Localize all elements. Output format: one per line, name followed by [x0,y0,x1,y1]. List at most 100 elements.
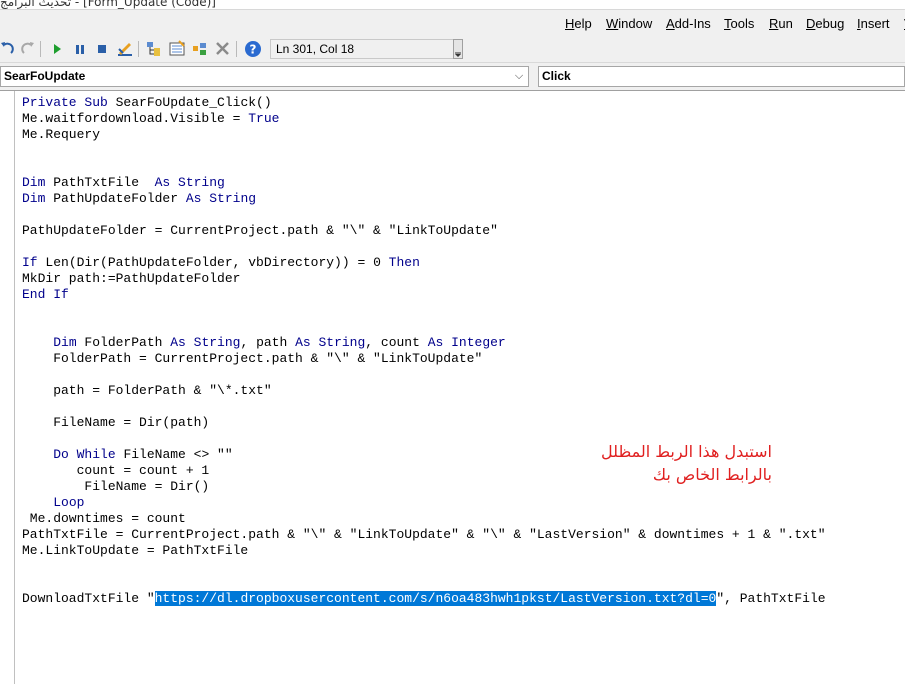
properties-icon[interactable] [168,40,186,58]
code-text-run: PathUpdateFolder = CurrentProject.path &… [22,223,498,238]
menu-label: Run [769,16,793,31]
code-line: Dim FolderPath As String, path As String… [22,335,826,351]
design-mode-icon[interactable] [116,40,134,58]
menu-run[interactable]: Run [769,16,793,31]
code-line: Me.waitfordownload.Visible = True [22,111,826,127]
object-combo-value: SearFoUpdate [4,69,86,83]
code-line: MkDir path:=PathUpdateFolder [22,271,826,287]
keyword: True [248,111,280,126]
toolbar-overflow-button[interactable] [453,39,463,59]
toolbox-icon[interactable] [214,40,232,58]
menu-label: Insert [857,16,890,31]
menu-label: Window [606,16,653,31]
menu-label: Debug [806,16,845,31]
annotation-line-1: استبدل هذا الربط المظلل [601,442,772,461]
keyword: Dim [22,191,46,206]
code-line: Dim PathUpdateFolder As String [22,191,826,207]
object-combo[interactable]: SearFoUpdate ⌵ [0,66,529,87]
code-line: PathTxtFile = CurrentProject.path & "\" … [22,527,826,543]
code-text-run: FileName <> "" [115,447,233,462]
undo-icon[interactable] [0,40,16,58]
cursor-position-display: Ln 301, Col 18 [270,39,460,59]
code-text-run: FileName = Dir() [22,479,210,494]
code-text-run: FileName = Dir(path) [22,415,210,430]
code-line: PathUpdateFolder = CurrentProject.path &… [22,223,826,239]
toolbar-separator [236,41,237,57]
code-text-run [22,447,53,462]
menu-help[interactable]: Help [565,16,592,31]
keyword: Do While [53,447,116,462]
procedure-combo[interactable]: Click [538,66,905,87]
code-line: If Len(Dir(PathUpdateFolder, vbDirectory… [22,255,826,271]
code-text[interactable]: Private Sub SearFoUpdate_Click() Me.waitf… [22,95,826,607]
toolbar-separator [40,41,41,57]
code-text-run: Me.downtimes = count [22,511,186,526]
keyword: Dim [53,335,77,350]
keyword: End If [22,287,69,302]
code-text-run: DownloadTxtFile " [22,591,155,606]
code-text-run [22,335,53,350]
code-line: Private Sub SearFoUpdate_Click() [22,95,826,111]
keyword: As Integer [427,335,506,350]
code-text-run: SearFoUpdate_Click() [107,95,272,110]
code-text-run: Len(Dir(PathUpdateFolder, vbDirectory)) … [37,255,389,270]
code-line: End If [22,287,826,303]
code-text-run: path = FolderPath & "\*.txt" [22,383,272,398]
svg-text:?: ? [250,43,257,57]
menu-label: Tools [724,16,755,31]
code-window-header: SearFoUpdate ⌵ Click [0,63,905,90]
project-explorer-icon[interactable] [145,40,163,58]
run-icon[interactable] [48,40,66,58]
code-text-run [22,495,53,510]
object-browser-icon[interactable] [191,40,209,58]
reset-icon[interactable] [93,40,111,58]
keyword: Then [388,255,420,270]
code-text-run: count = count + 1 [22,463,210,478]
annotation-note: استبدل هذا الربط المظلل بالرابط الخاص بك [587,440,772,486]
keyword: If [22,255,38,270]
window-title-bar: تحديث البرامج - [Form_Update (Code)] [0,0,905,10]
chevron-down-icon[interactable]: ⌵ [513,67,525,86]
menu-window[interactable]: Window [606,16,652,31]
keyword: Loop [53,495,85,510]
menu-label: Add-Ins [666,16,711,31]
code-text-run: PathTxtFile [45,175,155,190]
selected-url-text: https://dl.dropboxusercontent.com/s/n6oa… [154,591,717,606]
procedure-combo-value: Click [542,69,571,83]
menu-tools[interactable]: Tools [724,16,754,31]
code-line: FileName = Dir(path) [22,415,826,431]
menu-debug[interactable]: Debug [806,16,844,31]
menu-insert[interactable]: Insert [857,16,890,31]
keyword: As String [170,335,241,350]
code-editor[interactable]: Private Sub SearFoUpdate_Click() Me.waitf… [0,90,905,684]
window-title: تحديث البرامج - [Form_Update (Code)] [0,0,216,9]
code-text-run: , path [240,335,296,350]
code-line: Me.downtimes = count [22,511,826,527]
break-icon[interactable] [71,40,89,58]
margin-indicator-bar[interactable] [0,91,15,684]
code-line: FolderPath = CurrentProject.path & "\" &… [22,351,826,367]
redo-icon[interactable] [19,40,37,58]
code-line: Me.LinkToUpdate = PathTxtFile [22,543,826,559]
keyword: As String [154,175,225,190]
menu-addins[interactable]: Add-Ins [666,16,711,31]
code-text-run: FolderPath [76,335,171,350]
code-text-run: PathTxtFile = CurrentProject.path & "\" … [22,527,826,542]
help-icon[interactable]: ? [244,40,262,58]
code-line: path = FolderPath & "\*.txt" [22,383,826,399]
menu-bar: HelpWindowAdd-InsToolsRunDebugInsertView [0,10,905,36]
keyword: Dim [22,175,46,190]
code-text-run: FolderPath = CurrentProject.path & "\" &… [22,351,483,366]
keyword: Private Sub [22,95,108,110]
annotation-line-2: بالرابط الخاص بك [652,465,772,484]
code-text-run: Me.LinkToUpdate = PathTxtFile [22,543,249,558]
code-text-run: ", PathTxtFile [716,591,826,606]
code-text-run: MkDir path:=PathUpdateFolder [22,271,241,286]
